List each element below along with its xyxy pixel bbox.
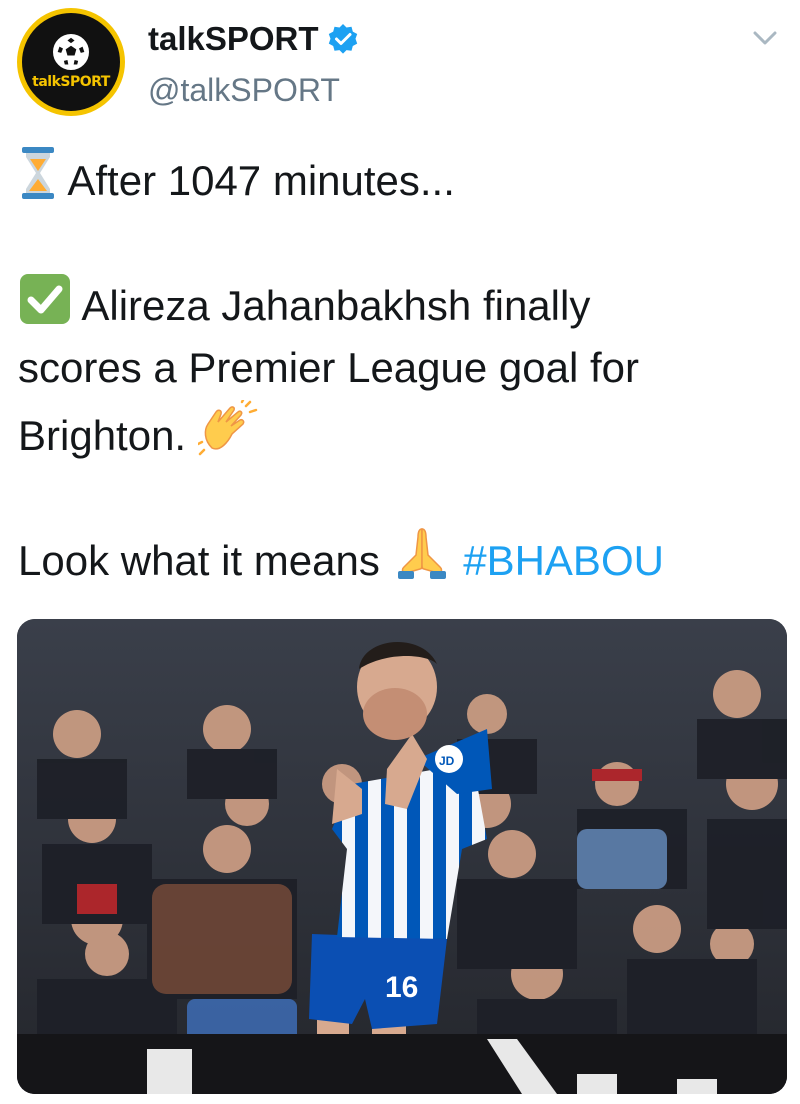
- avatar-logo-text: talkSPORT: [32, 74, 110, 90]
- hourglass-icon: [22, 147, 54, 199]
- tweet-line-4: Brighton.: [18, 400, 258, 468]
- tweet-text-line-2: Alireza Jahanbakhsh finally: [81, 282, 591, 329]
- tweet-card: talkSPORT talkSPORT @talkSPORT After 104…: [0, 0, 800, 1104]
- tweet-line-1: After 1047 minutes...: [18, 145, 455, 213]
- photo-illustration: 16 JD: [17, 619, 787, 1094]
- clapping-hands-icon: [197, 400, 258, 456]
- avatar[interactable]: talkSPORT: [17, 8, 125, 116]
- jersey-number: 16: [385, 971, 418, 1004]
- tweet-text-line-4: Brighton.: [18, 412, 187, 459]
- tweet-text-line-3: scores a Premier League goal for: [18, 344, 639, 391]
- football-icon: [53, 34, 89, 70]
- verified-badge-icon: [328, 24, 357, 54]
- chevron-down-icon[interactable]: [750, 26, 780, 50]
- tweet-line-3: scores a Premier League goal for: [18, 336, 639, 400]
- tweet-line-5: Look what it means #BHABOU: [18, 525, 664, 593]
- hashtag-link[interactable]: #BHABOU: [463, 537, 664, 584]
- tweet-line-2: Alireza Jahanbakhsh finally: [18, 272, 590, 338]
- tweet-text-line-1: After 1047 minutes...: [67, 157, 455, 204]
- praying-hands-icon: [397, 528, 446, 579]
- sleeve-badge: JD: [439, 754, 455, 768]
- user-handle[interactable]: @talkSPORT: [148, 72, 340, 109]
- display-name-text: talkSPORT: [148, 20, 319, 57]
- tweet-media-photo[interactable]: 16 JD: [17, 619, 787, 1094]
- tweet-text-line-5: Look what it means: [18, 537, 380, 584]
- display-name[interactable]: talkSPORT: [148, 20, 359, 58]
- check-mark-icon: [20, 274, 70, 324]
